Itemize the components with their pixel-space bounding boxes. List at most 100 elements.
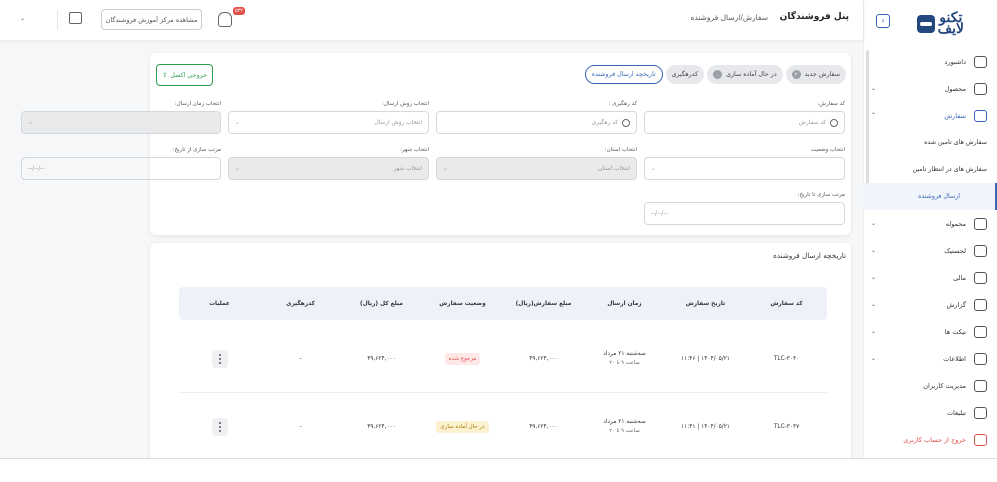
logo-text: تکنو لایف	[938, 11, 964, 36]
column-header: تاریخ سفارش	[685, 300, 726, 307]
tab-preparing[interactable]: در حال آماده سازی ۰	[707, 65, 783, 84]
tab-send-history[interactable]: تاریخچه ارسال فروشنده	[584, 65, 663, 84]
from-date-input[interactable]: --/--/--	[21, 157, 221, 180]
bell-icon[interactable]	[218, 12, 232, 27]
chevron-down-icon: ⌄	[651, 165, 656, 172]
order-code-input[interactable]: کد سفارش	[644, 111, 845, 134]
sidebar-item-label: اطلاعات	[943, 354, 966, 363]
city-field: انتخاب شهر: انتخاب شهر ⌄	[228, 147, 429, 180]
placeholder: کد رهگیری	[591, 119, 618, 126]
tracking-code-cell: -	[299, 423, 302, 430]
field-label: انتخاب روش ارسال:	[382, 101, 429, 107]
column-header: مبلغ کل (ریال)	[360, 300, 403, 307]
chevron-down-icon: ⌄	[871, 301, 877, 308]
field-label: مرتب سازی از تاریخ:	[172, 147, 221, 153]
sidebar-item[interactable]: اطلاعات ⌄	[863, 345, 997, 372]
chevron-down-icon: ⌄	[871, 328, 877, 335]
send-method-select[interactable]: انتخاب روش ارسال ⌄	[228, 111, 429, 134]
status-select[interactable]: ⌄	[644, 157, 845, 180]
city-select[interactable]: انتخاب شهر ⌄	[228, 157, 429, 180]
excel-button-label: خروجی اکسل	[170, 71, 207, 79]
sidebar-item[interactable]: مالی ⌄	[863, 264, 997, 291]
tab-label: در حال آماده سازی	[726, 71, 777, 78]
send-method-field: انتخاب روش ارسال: انتخاب روش ارسال ⌄	[228, 101, 429, 134]
placeholder: انتخاب روش ارسال	[374, 119, 422, 126]
to-date-input[interactable]: --/--/--	[644, 202, 845, 225]
logo-mark-icon	[916, 15, 935, 33]
tab-tracking-code[interactable]: کدرهگیری	[665, 65, 705, 84]
order-code-cell: TLC-۳۰۳۰	[773, 355, 800, 362]
placeholder: انتخاب استان	[597, 165, 630, 172]
send-day: سه‌شنبه ۲۱ مرداد	[603, 419, 646, 425]
chevron-down-icon: ⌃	[871, 112, 877, 119]
page-title: پنل فروشندگان	[779, 12, 849, 22]
chevron-down-icon: ⌄	[871, 85, 877, 92]
column-header: عملیات	[209, 300, 230, 307]
sidebar-collapse-button[interactable]: ‹	[876, 14, 890, 28]
more-options-icon[interactable]	[211, 417, 228, 436]
send-time-field: انتخاب زمان ارسال: ⌄	[21, 101, 221, 134]
sidebar-item[interactable]: تبلیغات	[863, 399, 997, 426]
sidebar-item[interactable]: تیکت ها ⌄	[863, 318, 997, 345]
sidebar-item-label: تیکت ها	[944, 327, 966, 336]
tab-new-orders[interactable]: سفارش جدید ۲	[785, 65, 846, 84]
field-label: انتخاب زمان ارسال:	[174, 101, 221, 107]
status-tabs: سفارش جدید ۲ در حال آماده سازی ۰ کدرهگیر…	[584, 65, 846, 84]
total-amount-cell: ۴۹,۶۲۴,۰۰۰	[367, 423, 396, 430]
send-hours: ساعت ۹ تا ۲۰	[609, 360, 640, 366]
sidebar-item[interactable]: محموله ⌄	[863, 210, 997, 237]
order-code-field: کد سفارش: کد سفارش	[644, 101, 845, 134]
sidebar-menu: داشبورد محصول ⌄ سفارش ⌃ سفارش های تامین شده سف…	[863, 48, 997, 453]
send-time-cell: سه‌شنبه ۲۱ مرداد ساعت ۹ تا ۲۰	[584, 351, 665, 366]
header-divider	[57, 10, 58, 30]
users-icon	[974, 379, 987, 392]
placeholder: --/--/--	[28, 165, 45, 172]
order-amount-cell: ۴۹,۶۲۴,۰۰۰	[529, 355, 558, 362]
tracking-code-input[interactable]: کد رهگیری	[436, 111, 637, 134]
sidebar-item-label: محصول	[944, 84, 966, 93]
sidebar-item-label: مدیریت کاربران	[923, 381, 966, 390]
logout-button[interactable]: خروج از حساب کاربری	[863, 426, 997, 453]
placeholder: انتخاب شهر	[393, 165, 422, 172]
search-icon	[622, 118, 630, 127]
sidebar-item[interactable]: گزارش ⌄	[863, 291, 997, 318]
chevron-down-icon[interactable]: ⌄	[20, 15, 25, 22]
chevron-down-icon: ⌄	[443, 165, 448, 172]
table-title: تاریخچه ارسال فروشنده	[773, 251, 846, 260]
more-options-icon[interactable]	[211, 349, 228, 368]
sidebar-subitem[interactable]: سفارش های در انتظار تامین	[863, 156, 997, 183]
placeholder: --/--/--	[651, 210, 668, 217]
column-header: کدرهگیری	[286, 300, 315, 307]
province-select[interactable]: انتخاب استان ⌄	[436, 157, 637, 180]
column-header: وضعیت سفارش	[439, 300, 486, 307]
chevron-down-icon: ⌄	[871, 355, 877, 362]
send-time-select[interactable]: ⌄	[21, 111, 221, 134]
sidebar-subitem[interactable]: سفارش های تامین شده	[863, 129, 997, 156]
chevron-down-icon: ⌄	[28, 119, 33, 126]
order-amount-cell: ۴۹,۶۲۴,۰۰۰	[529, 423, 558, 430]
sidebar-item[interactable]: سفارش ⌃	[863, 102, 997, 129]
tracking-code-cell: -	[299, 355, 302, 362]
breadcrumb: سفارش/ارسال فروشنده	[690, 13, 768, 22]
from-date-field: مرتب سازی از تاریخ: --/--/--	[21, 147, 221, 180]
field-label: کد رهگیری :	[608, 101, 637, 107]
column-header: کد سفارش	[770, 300, 803, 307]
actions-cell	[179, 349, 260, 368]
sidebar-item[interactable]: لجستیک ⌄	[863, 237, 997, 264]
status-cell: در حال آماده سازی	[422, 420, 503, 433]
column-header: زمان ارسال	[607, 300, 642, 307]
sidebar-subitem[interactable]: ارسال فروشنده	[863, 183, 997, 210]
brand-logo[interactable]: تکنو لایف	[894, 11, 964, 37]
sidebar-item[interactable]: محصول ⌄	[863, 75, 997, 102]
sidebar-item[interactable]: مدیریت کاربران	[863, 372, 997, 399]
help-center-button[interactable]: مشاهده مرکز آموزش فروشندگان	[101, 9, 202, 30]
table-row: TLC-۳۰۳۰ ۱۴۰۴/۰۵/۲۱ | ۱۱:۴۶ سه‌شنبه ۲۱ م…	[179, 325, 827, 393]
store-icon[interactable]	[69, 12, 82, 24]
excel-export-button[interactable]: خروجی اکسل ⇪	[156, 64, 213, 86]
chevron-down-icon: ⌄	[871, 220, 877, 227]
tracking-code-field: کد رهگیری : کد رهگیری	[436, 101, 637, 134]
send-time-cell: سه‌شنبه ۲۱ مرداد ساعت ۹ تا ۲۰	[584, 419, 665, 434]
sidebar-item[interactable]: داشبورد	[863, 48, 997, 75]
top-header: پنل فروشندگان سفارش/ارسال فروشنده ۵۳۲ مش…	[0, 0, 863, 40]
order-bag-icon	[974, 109, 987, 122]
